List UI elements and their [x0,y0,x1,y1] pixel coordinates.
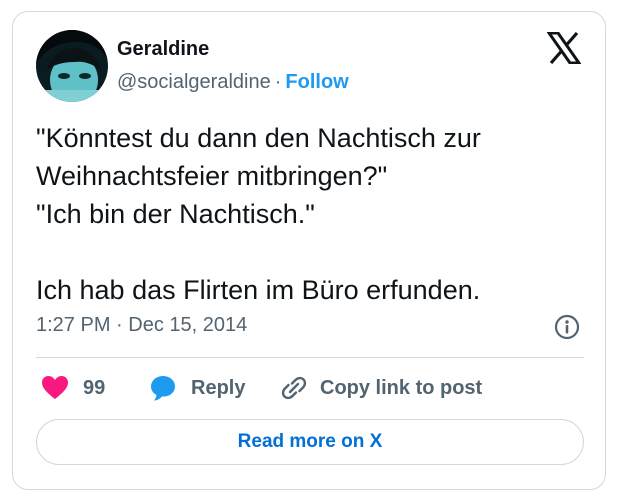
tweet-line: "Ich bin der Nachtisch." [36,199,315,229]
tweet-timestamp[interactable]: 1:27 PM · Dec 15, 2014 [36,314,247,337]
tweet-line: "Könntest du dann den Nachtisch zur [36,123,481,153]
tweet-text: "Könntest du dann den Nachtisch zur Weih… [36,119,586,309]
read-more-button[interactable]: Read more on X [36,419,584,465]
reply-button[interactable]: Reply [149,372,245,404]
follow-button[interactable]: Follow [285,71,348,93]
tweet-line: Ich hab das Flirten im Büro erfunden. [36,275,481,305]
heart-icon [42,376,68,399]
divider [36,357,584,358]
display-name[interactable]: Geraldine [117,38,209,61]
avatar-image [36,30,108,102]
link-icon [281,376,307,400]
like-button[interactable]: 99 [41,372,105,404]
x-logo-icon[interactable] [546,31,582,65]
reply-label: Reply [191,376,246,399]
copy-link-label: Copy link to post [320,376,483,399]
avatar[interactable] [36,30,108,102]
copy-link-button[interactable]: Copy link to post [280,372,482,404]
separator-dot: · [274,71,282,93]
tweet-card: Geraldine @socialgeraldine · Follow "Könnt… [12,11,606,490]
user-handle[interactable]: @socialgeraldine [117,71,271,93]
info-icon[interactable] [554,314,580,340]
tweet-line: Weihnachtsfeier mitbringen?" [36,161,388,191]
like-count: 99 [83,376,106,399]
speech-bubble-icon [151,376,175,401]
tweet-line [36,233,586,271]
handle-line: @socialgeraldine · Follow [117,71,349,94]
